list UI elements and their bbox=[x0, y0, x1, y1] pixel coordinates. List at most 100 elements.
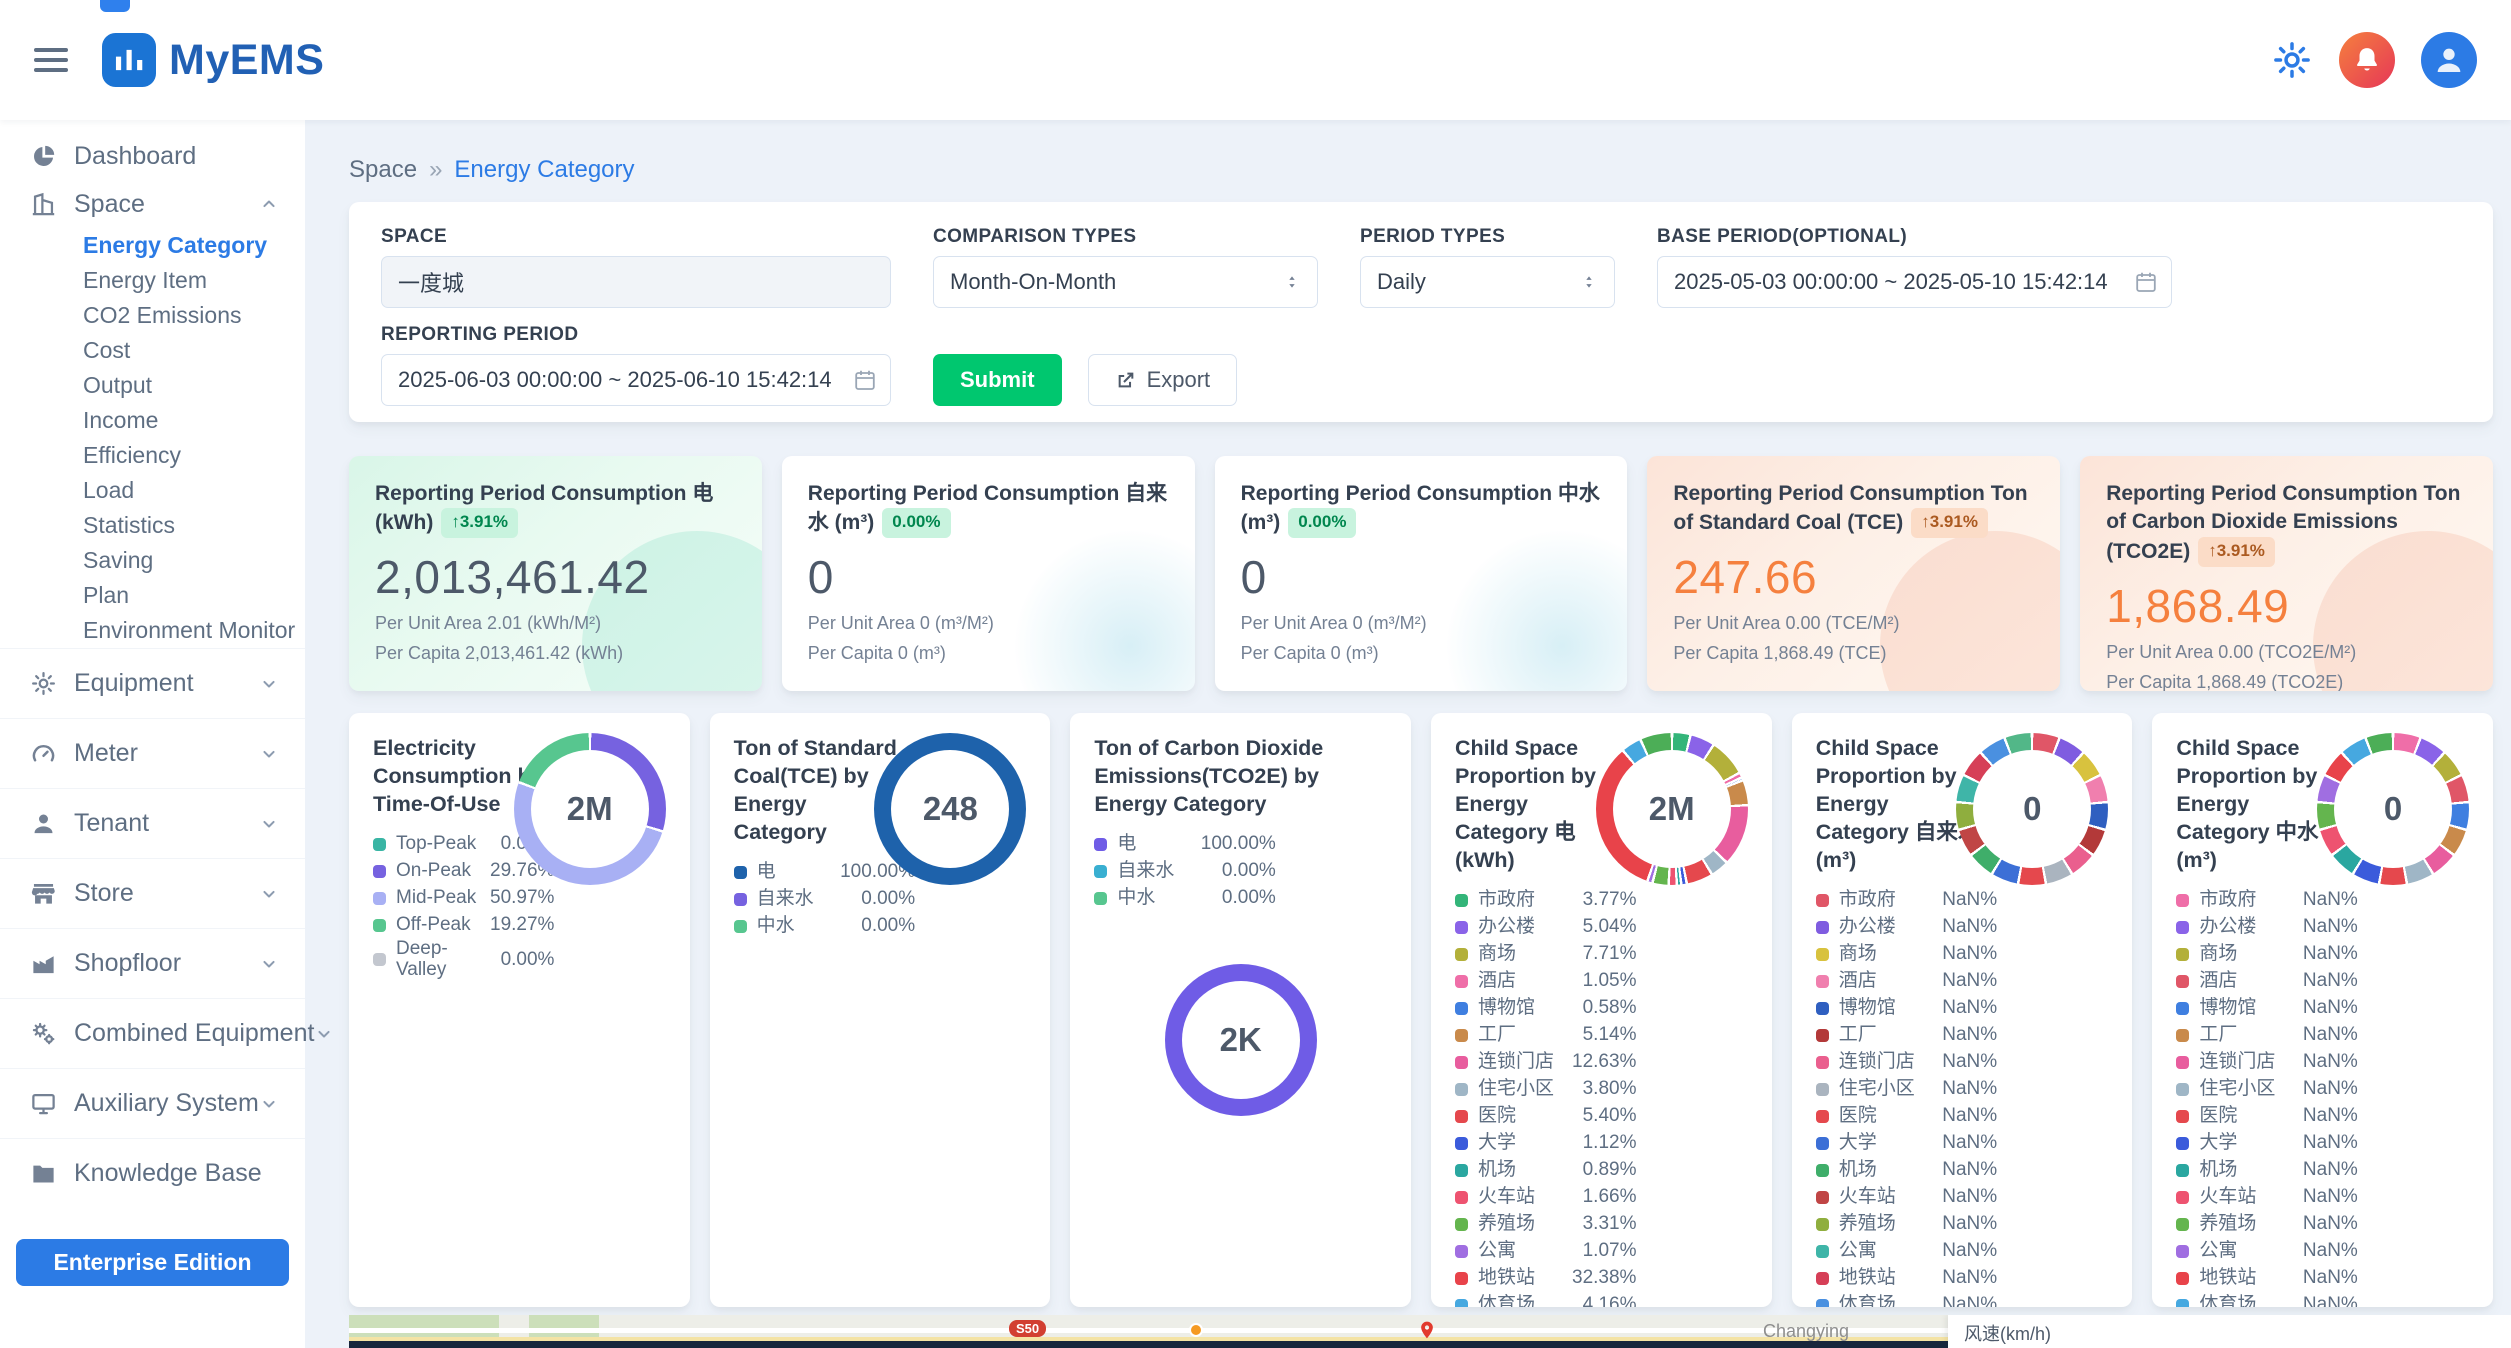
reporting-period-input[interactable] bbox=[381, 354, 891, 406]
donut-chart[interactable]: 2M bbox=[1596, 733, 1748, 885]
sidebar-item-meter[interactable]: Meter bbox=[0, 718, 305, 788]
legend-item[interactable]: 工厂NaN% bbox=[2176, 1022, 2357, 1049]
breadcrumb-energy-category-link[interactable]: Energy Category bbox=[454, 156, 634, 184]
sidebar-item-environment-monitor[interactable]: Environment Monitor bbox=[0, 613, 305, 648]
donut-chart[interactable]: 2K bbox=[1165, 964, 1317, 1116]
breadcrumb-space-link[interactable]: Space bbox=[349, 156, 417, 184]
legend-item[interactable]: 自来水0.00% bbox=[734, 886, 915, 913]
map-pin-icon[interactable] bbox=[1417, 1317, 1437, 1343]
legend-item[interactable]: 机场0.89% bbox=[1455, 1157, 1636, 1184]
legend-item[interactable]: 连锁门店12.63% bbox=[1455, 1049, 1636, 1076]
sidebar-item-output[interactable]: Output bbox=[0, 368, 305, 403]
legend-item[interactable]: 火车站1.66% bbox=[1455, 1184, 1636, 1211]
legend-item[interactable]: 机场NaN% bbox=[2176, 1157, 2357, 1184]
legend-item[interactable]: 博物馆NaN% bbox=[1816, 995, 1997, 1022]
legend-item[interactable]: 体育场4.16% bbox=[1455, 1292, 1636, 1307]
legend-item[interactable]: 公寓1.07% bbox=[1455, 1238, 1636, 1265]
base-period-input[interactable] bbox=[1657, 256, 2172, 308]
legend-item[interactable]: 连锁门店NaN% bbox=[2176, 1049, 2357, 1076]
legend-item[interactable]: 医院5.40% bbox=[1455, 1103, 1636, 1130]
legend-item[interactable]: 地铁站NaN% bbox=[2176, 1265, 2357, 1292]
legend-item[interactable]: 公寓NaN% bbox=[1816, 1238, 1997, 1265]
enterprise-edition-button[interactable]: Enterprise Edition bbox=[16, 1239, 289, 1286]
sidebar-item-energy-item[interactable]: Energy Item bbox=[0, 263, 305, 298]
submit-button[interactable]: Submit bbox=[933, 354, 1062, 406]
legend-item[interactable]: 中水0.00% bbox=[734, 913, 915, 940]
legend-item[interactable]: 养殖场NaN% bbox=[1816, 1211, 1997, 1238]
sidebar-item-dashboard[interactable]: Dashboard bbox=[0, 132, 305, 180]
legend-item[interactable]: 火车站NaN% bbox=[1816, 1184, 1997, 1211]
legend-item[interactable]: 大学NaN% bbox=[1816, 1130, 1997, 1157]
legend-item[interactable]: 酒店1.05% bbox=[1455, 968, 1636, 995]
legend-item[interactable]: 市政府3.77% bbox=[1455, 887, 1636, 914]
legend-item[interactable]: 医院NaN% bbox=[1816, 1103, 1997, 1130]
legend-item[interactable]: 体育场NaN% bbox=[1816, 1292, 1997, 1307]
map[interactable]: S50 Changying 风速(km/h) bbox=[349, 1315, 2511, 1348]
brand-logo[interactable]: MyEMS bbox=[102, 33, 324, 87]
legend-item[interactable]: 商场NaN% bbox=[1816, 941, 1997, 968]
settings-gear-icon[interactable] bbox=[2271, 39, 2313, 81]
legend-item[interactable]: 商场NaN% bbox=[2176, 941, 2357, 968]
legend-item[interactable]: Mid-Peak50.97% bbox=[373, 885, 554, 912]
sidebar-item-auxiliary-system[interactable]: Auxiliary System bbox=[0, 1068, 305, 1138]
legend-item[interactable]: 自来水0.00% bbox=[1094, 858, 1275, 885]
legend-item[interactable]: 养殖场NaN% bbox=[2176, 1211, 2357, 1238]
donut-chart[interactable]: 0 bbox=[2317, 733, 2469, 885]
sidebar-item-combined-equipment[interactable]: Combined Equipment bbox=[0, 998, 305, 1068]
legend-item[interactable]: 博物馆NaN% bbox=[2176, 995, 2357, 1022]
legend-item[interactable]: 办公楼NaN% bbox=[1816, 914, 1997, 941]
legend-item[interactable]: 博物馆0.58% bbox=[1455, 995, 1636, 1022]
legend-item[interactable]: 地铁站NaN% bbox=[1816, 1265, 1997, 1292]
legend-item[interactable]: 地铁站32.38% bbox=[1455, 1265, 1636, 1292]
sidebar-item-shopfloor[interactable]: Shopfloor bbox=[0, 928, 305, 998]
legend-item[interactable]: 商场7.71% bbox=[1455, 941, 1636, 968]
sidebar-item-knowledge-base[interactable]: Knowledge Base bbox=[0, 1138, 305, 1208]
space-input[interactable] bbox=[381, 256, 891, 308]
legend-item[interactable]: 养殖场3.31% bbox=[1455, 1211, 1636, 1238]
sidebar-item-plan[interactable]: Plan bbox=[0, 578, 305, 613]
legend-item[interactable]: 公寓NaN% bbox=[2176, 1238, 2357, 1265]
sidebar-item-statistics[interactable]: Statistics bbox=[0, 508, 305, 543]
legend-item[interactable]: 市政府NaN% bbox=[1816, 887, 1997, 914]
legend-item[interactable]: 酒店NaN% bbox=[2176, 968, 2357, 995]
sidebar-item-tenant[interactable]: Tenant bbox=[0, 788, 305, 858]
legend-item[interactable]: 住宅小区NaN% bbox=[1816, 1076, 1997, 1103]
legend-item[interactable]: 酒店NaN% bbox=[1816, 968, 1997, 995]
donut-chart[interactable]: 2M bbox=[514, 733, 666, 885]
legend-item[interactable]: 火车站NaN% bbox=[2176, 1184, 2357, 1211]
sidebar-item-co2-emissions[interactable]: CO2 Emissions bbox=[0, 298, 305, 333]
sidebar-item-space[interactable]: Space bbox=[0, 180, 305, 228]
legend-item[interactable]: Off-Peak19.27% bbox=[373, 912, 554, 939]
donut-chart[interactable]: 0 bbox=[1956, 733, 2108, 885]
legend-item[interactable]: 办公楼5.04% bbox=[1455, 914, 1636, 941]
sidebar-item-saving[interactable]: Saving bbox=[0, 543, 305, 578]
sidebar-item-energy-category[interactable]: Energy Category bbox=[0, 228, 305, 263]
legend-item[interactable]: 体育场NaN% bbox=[2176, 1292, 2357, 1307]
donut-chart[interactable]: 248 bbox=[874, 733, 1026, 885]
user-avatar-button[interactable] bbox=[2421, 32, 2477, 88]
legend-item[interactable]: 市政府NaN% bbox=[2176, 887, 2357, 914]
map-marker-dot[interactable] bbox=[1189, 1323, 1203, 1337]
sidebar-item-cost[interactable]: Cost bbox=[0, 333, 305, 368]
legend-item[interactable]: 住宅小区NaN% bbox=[2176, 1076, 2357, 1103]
sidebar-item-equipment[interactable]: Equipment bbox=[0, 648, 305, 718]
legend-item[interactable]: 连锁门店NaN% bbox=[1816, 1049, 1997, 1076]
sidebar-item-income[interactable]: Income bbox=[0, 403, 305, 438]
legend-item[interactable]: 住宅小区3.80% bbox=[1455, 1076, 1636, 1103]
legend-item[interactable]: 机场NaN% bbox=[1816, 1157, 1997, 1184]
legend-item[interactable]: 大学1.12% bbox=[1455, 1130, 1636, 1157]
legend-item[interactable]: 医院NaN% bbox=[2176, 1103, 2357, 1130]
legend-item[interactable]: 中水0.00% bbox=[1094, 885, 1275, 912]
menu-toggle-button[interactable] bbox=[34, 48, 68, 72]
legend-item[interactable]: 工厂NaN% bbox=[1816, 1022, 1997, 1049]
comparison-types-select[interactable]: Month-On-Month bbox=[933, 256, 1318, 308]
period-types-select[interactable]: Daily bbox=[1360, 256, 1615, 308]
sidebar-item-store[interactable]: Store bbox=[0, 858, 305, 928]
legend-item[interactable]: 办公楼NaN% bbox=[2176, 914, 2357, 941]
notifications-button[interactable] bbox=[2339, 32, 2395, 88]
legend-item[interactable]: 电100.00% bbox=[1094, 831, 1275, 858]
sidebar-item-load[interactable]: Load bbox=[0, 473, 305, 508]
legend-item[interactable]: 大学NaN% bbox=[2176, 1130, 2357, 1157]
sidebar-item-efficiency[interactable]: Efficiency bbox=[0, 438, 305, 473]
export-button[interactable]: Export bbox=[1088, 354, 1238, 406]
